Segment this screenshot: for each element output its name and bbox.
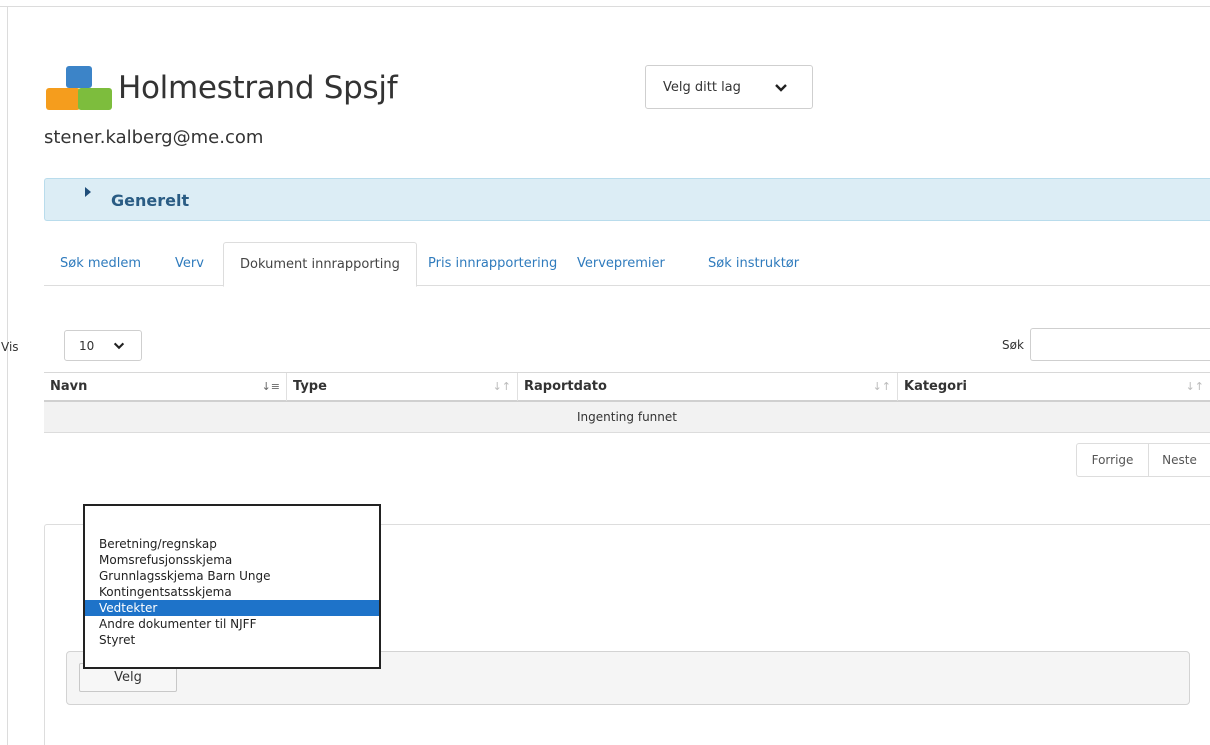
column-header-label: Type xyxy=(293,379,327,394)
top-divider xyxy=(0,6,1210,7)
tab-sok-medlem[interactable]: Søk medlem xyxy=(60,242,141,286)
tab-verv[interactable]: Verv xyxy=(175,242,204,286)
next-page-button[interactable]: Neste xyxy=(1148,443,1210,477)
sort-icon: ↓↑ xyxy=(492,380,511,393)
documents-table: Navn ↓≡ Type ↓↑ Raportdato ↓↑ Kategori ↓… xyxy=(44,372,1210,433)
user-email: stener.kalberg@me.com xyxy=(44,127,264,148)
dropdown-option[interactable]: Beretning/regnskap xyxy=(85,536,379,552)
search-input[interactable] xyxy=(1030,328,1210,361)
tab-dokument-innrapporting[interactable]: Dokument innrapporting xyxy=(223,242,417,287)
tab-pris-innrapportering[interactable]: Pris innrapportering xyxy=(428,242,557,286)
search-label: Søk xyxy=(1002,338,1024,352)
chevron-down-icon xyxy=(775,84,787,92)
team-select[interactable]: Velg ditt lag xyxy=(645,65,813,109)
sort-asc-icon: ↓≡ xyxy=(261,380,280,393)
tab-bar: Søk medlem Verv Dokument innrapporting P… xyxy=(44,242,1210,287)
table-header: Navn ↓≡ Type ↓↑ Raportdato ↓↑ Kategori ↓… xyxy=(44,372,1210,402)
dropdown-option[interactable]: Styret xyxy=(85,632,379,648)
tab-vervepremier[interactable]: Vervepremier xyxy=(577,242,665,286)
previous-page-button[interactable]: Forrige xyxy=(1076,443,1149,477)
org-name: Holmestrand Spsjf xyxy=(118,70,398,106)
column-header-label: Raportdato xyxy=(524,379,607,394)
sort-icon: ↓↑ xyxy=(872,380,891,393)
caret-right-icon xyxy=(85,187,91,197)
sort-icon: ↓↑ xyxy=(1185,380,1204,393)
team-select-value: Velg ditt lag xyxy=(663,80,741,95)
dropdown-option-highlighted[interactable]: Vedtekter xyxy=(85,600,379,616)
column-header-raportdato[interactable]: Raportdato ↓↑ xyxy=(518,373,898,401)
column-header-kategori[interactable]: Kategori ↓↑ xyxy=(898,373,1210,401)
dropdown-option[interactable]: Kontingentsatsskjema xyxy=(85,584,379,600)
dropdown-option[interactable]: Momsrefusjonsskjema xyxy=(85,552,379,568)
tab-sok-instruktor[interactable]: Søk instruktør xyxy=(708,242,799,286)
empty-table-row: Ingenting funnet xyxy=(44,402,1210,433)
left-divider xyxy=(7,6,8,745)
column-header-label: Kategori xyxy=(904,379,967,394)
page-length-value: 10 xyxy=(79,339,95,353)
column-header-type[interactable]: Type ↓↑ xyxy=(287,373,518,401)
chevron-down-icon xyxy=(113,342,125,350)
club-logo xyxy=(46,66,112,112)
category-dropdown-list[interactable]: Beretning/regnskap Momsrefusjonsskjema G… xyxy=(83,504,381,669)
dropdown-option[interactable]: Grunnlagsskjema Barn Unge xyxy=(85,568,379,584)
length-label: Vis xyxy=(1,340,19,354)
panel-title: Generelt xyxy=(111,191,190,210)
dropdown-option[interactable]: Andre dokumenter til NJFF xyxy=(85,616,379,632)
column-header-label: Navn xyxy=(50,379,88,394)
column-header-navn[interactable]: Navn ↓≡ xyxy=(44,373,287,401)
general-panel-header[interactable]: Generelt xyxy=(44,178,1210,221)
page-length-select[interactable]: 10 xyxy=(64,330,142,361)
